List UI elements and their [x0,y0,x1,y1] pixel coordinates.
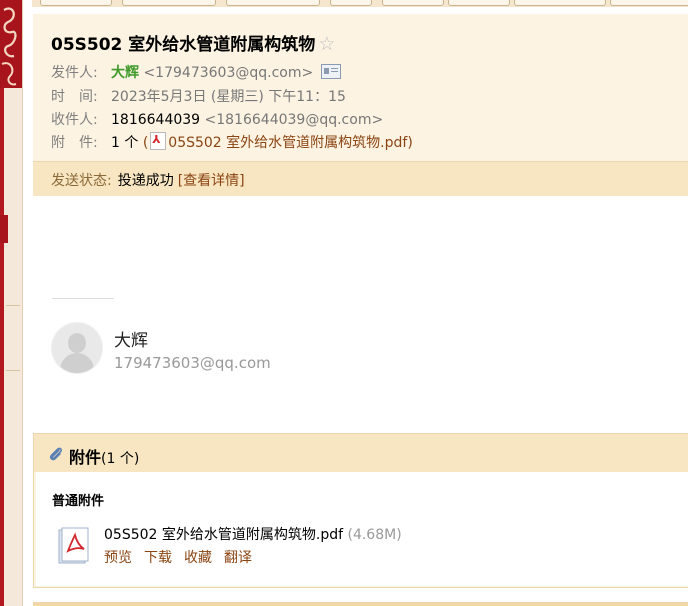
mail-subject: 05S502 室外给水管道附属构筑物 ☆ [51,30,335,55]
from-row: 发件人: 大辉 <179473603@qq.com> [51,62,342,82]
mail-header: 05S502 室外给水管道附属构筑物 ☆ 发件人: 大辉 <179473603@qq… [33,14,688,196]
mail-toolbar [32,0,688,7]
toolbar-button[interactable] [514,0,606,6]
signature-email: 179473603@qq.com [114,354,271,372]
toolbar-button[interactable] [122,0,216,6]
attachments-title-text: 附件 [69,448,102,467]
download-link[interactable]: 下载 [144,550,172,566]
nav-active-marker[interactable] [0,215,8,243]
from-label: 发件人: [51,65,98,81]
attachment-count: 1 个 [111,135,139,151]
attachment-label: 附 件: [51,135,98,151]
attachments-header: 附件(1 个) [34,434,688,472]
sender-name[interactable]: 大辉 [111,65,139,81]
attachment-link[interactable]: 05S502 室外给水管道附属构筑物.pdf [168,135,407,151]
paren-close: ) [407,135,413,151]
left-nav-strip [0,0,23,606]
bottom-bar [33,602,688,606]
paren-open: ( [142,135,149,151]
contact-card-icon[interactable] [321,64,342,79]
recipient-email[interactable]: <1816644039@qq.com> [205,112,384,128]
sender-email[interactable]: <179473603@qq.com> [143,65,313,81]
paperclip-icon [49,447,62,461]
nav-divider [6,370,20,371]
attachments-count: (1 个) [101,451,140,467]
status-label: 发送状态: [51,173,112,189]
time-row: 时 间: 2023年5月3日 (星期三) 下午11：15 [51,86,346,106]
toolbar-button[interactable] [610,0,688,6]
attachments-panel: 附件(1 个) 普通附件 05S502 室外给水管道附属构筑物.pdf (4.6… [33,433,688,588]
attachment-file: 05S502 室外给水管道附属构筑物.pdf (4.68M) [104,524,402,544]
toolbar-button[interactable] [226,0,320,6]
attachment-actions: 预览 下载 收藏 翻译 [104,547,264,567]
time-label: 时 间: [51,89,98,105]
recipient-id[interactable]: 1816644039 [111,112,200,128]
pdf-icon: ⅄ [150,132,167,150]
toolbar-button[interactable] [448,0,510,6]
favorite-link[interactable]: 收藏 [184,550,212,566]
toolbar-button[interactable] [40,0,112,6]
nav-divider [6,305,20,306]
avatar [52,323,102,373]
star-icon[interactable]: ☆ [318,33,335,55]
attachment-row: 附 件: 1 个 (⅄ 05S502 室外给水管道附属构筑物.pdf) [51,132,413,152]
pdf-file-icon[interactable] [58,527,90,565]
to-label: 收件人: [51,112,98,128]
view-details-link[interactable]: [查看详情] [178,173,245,189]
delivery-status-bar: 发送状态: 投递成功 [查看详情] [33,161,688,196]
toolbar-button[interactable] [382,0,444,6]
toolbar-button[interactable] [330,0,372,6]
attachment-file-name[interactable]: 05S502 室外给水管道附属构筑物.pdf [104,527,343,543]
translate-link[interactable]: 翻译 [224,550,252,566]
preview-link[interactable]: 预览 [104,550,132,566]
attachment-section-title: 普通附件 [52,494,105,509]
to-row: 收件人: 1816644039 <1816644039@qq.com> [51,109,383,129]
attachments-content: 普通附件 05S502 室外给水管道附属构筑物.pdf (4.68M) 预览 下载… [36,472,688,586]
decorative-ornament [0,0,22,88]
subject-text: 05S502 室外给水管道附属构筑物 [51,35,316,55]
signature-name: 大辉 [114,331,148,351]
attachment-file-size: (4.68M) [347,527,402,543]
time-value: 2023年5月3日 (星期三) 下午11：15 [111,89,346,105]
attachments-title: 附件(1 个) [69,444,139,468]
status-value: 投递成功 [117,173,174,189]
signature-divider [52,298,114,299]
nav-edge [0,88,4,606]
